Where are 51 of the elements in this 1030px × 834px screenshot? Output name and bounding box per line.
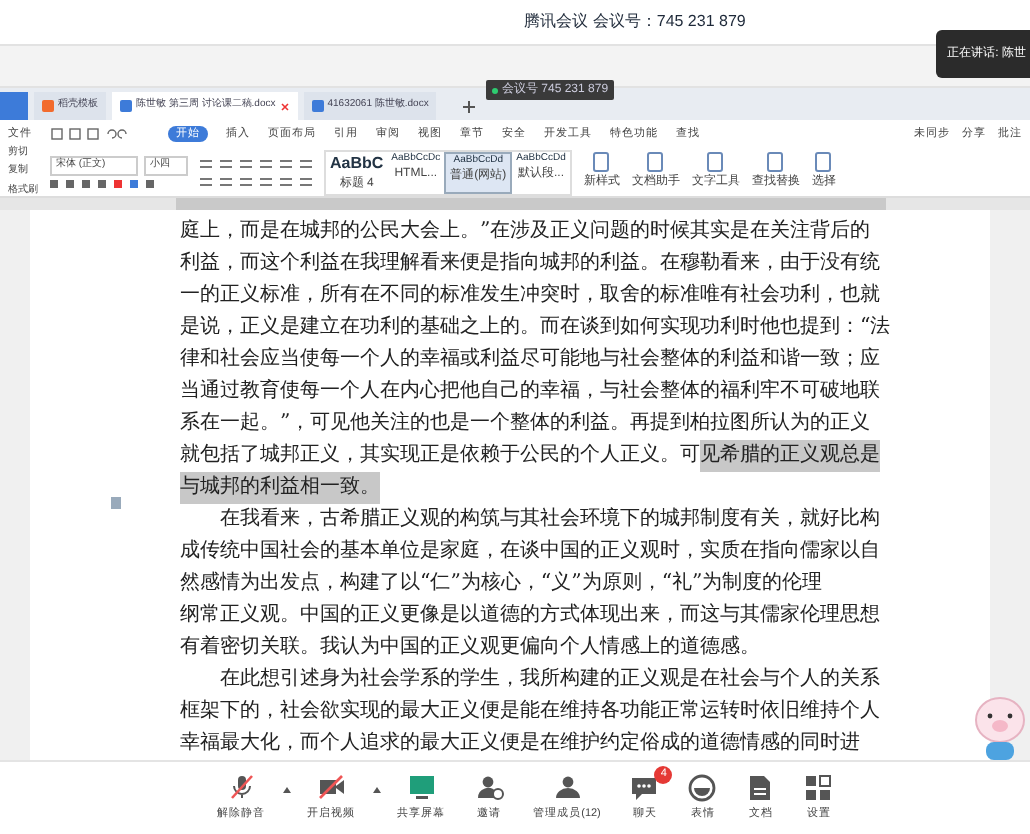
document-text: 纲常正义观。中国的正义更像是以道德的方式体现出来，而这与其儒家伦理思想 [180,601,880,631]
document-text: 在我看来，古希腊正义观的构筑与其社会环境下的城邦制度有关，就好比构 [218,505,880,535]
document-text: 有着密切关联。我认为中国的正义观更偏向个人情感上的道德感。 [180,633,760,663]
paragraph-marker-icon [110,496,124,510]
align-icon [280,159,292,167]
document-text: 利益，而这个利益在我理解看来便是指向城邦的利益。在穆勒看来，由于没有统 [180,249,880,279]
document-text: 当通过教育使每一个人在内心把他自己的幸福，与社会整体的福利牢不可破地联 [180,377,880,407]
tool-icon [592,152,611,172]
align-icon [300,159,312,167]
document-text: 庭上，而是在城邦的公民大会上。”在涉及正义问题的时候其实是在关注背后的 [180,217,871,247]
smiley-icon [688,773,717,802]
align-icon [280,177,292,185]
align-icon [200,159,212,167]
document-text: 框架下的，社会欲实现的最大正义便是能在维持各功能正常运转时依旧维持个人 [180,697,880,727]
align-icon [240,177,252,185]
tool-icon [766,152,785,172]
document-text: 是说，正义是建立在功利的基础之上的。而在谈到如何实现功利时他也提到：“法 [180,313,891,343]
tool-icon [706,152,725,172]
document-text: 成传统中国社会的基本单位是家庭，在谈中国的正义观时，实质在指向儒家以自 [180,537,880,567]
align-icon [200,177,212,185]
grid-icon [804,773,833,802]
document-icon [120,100,132,112]
document-icon [746,773,775,802]
document-text: 系在一起。”，可见他关注的也是一个整体的利益。再提到柏拉图所认为的正义 [180,409,871,439]
close-icon [279,101,290,111]
align-icon [220,159,232,167]
align-icon [220,177,232,185]
template-icon [42,100,54,112]
align-icon [260,159,272,167]
document-text: 在此想引述身为社会学系的学生，我所构建的正义观是在社会与个人的关系 [218,665,880,695]
document-text: 见希腊的正义观总是 [700,440,880,472]
document-text: 就包括了城邦正义，其实现正是依赖于公民的个人正义。可 [180,441,700,471]
tool-icon [646,152,665,172]
tool-icon [814,152,833,172]
screen-icon [407,773,436,802]
align-icon [240,159,252,167]
home-tab[interactable] [0,92,28,120]
document-text: 一的正义标准，所有在不同的标准发生冲突时，取舍的标准唯有社会功利，也就 [180,281,880,311]
document-text: 律和社会应当使每一个人的幸福或利益尽可能地与社会整体的利益和谐一致；应 [180,345,880,375]
meeting-title: 腾讯会议 会议号：745 231 879 [524,10,746,34]
document-text: 幸福最大化，而个人追求的最大正义便是在维护约定俗成的道德情感的同时进 [180,729,860,759]
align-icon [300,177,312,185]
add-person-icon [475,773,504,802]
document-text: 与城邦的利益相一致。 [180,472,380,504]
chat-icon [630,773,659,802]
align-icon [260,177,272,185]
status-dot-icon [492,87,498,93]
plus-icon [462,100,477,114]
people-icon [553,773,581,802]
document-icon [311,100,324,112]
document-text: 然感情为出发点，构建了以“仁”为核心，“义”为原则，“礼”为制度的伦理 [180,569,823,599]
